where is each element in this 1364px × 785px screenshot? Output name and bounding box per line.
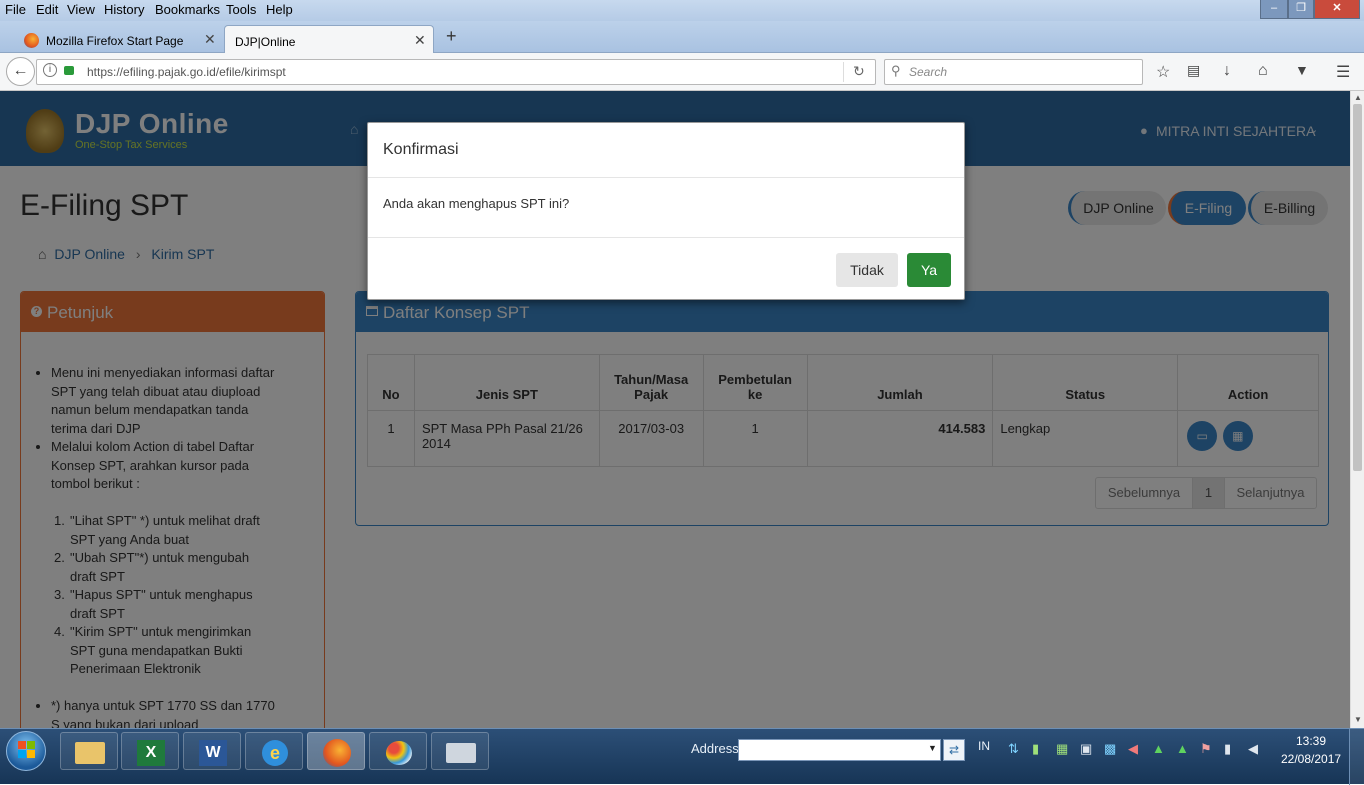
reload-icon[interactable]: ↻ [853,63,865,80]
new-tab-icon[interactable]: + [446,26,457,47]
info-icon[interactable]: i [43,63,57,77]
dropdown-arrow-icon[interactable]: ▼ [928,743,937,753]
dialog-message: Anda akan menghapus SPT ini? [383,196,570,211]
tidak-button[interactable]: Tidak [836,253,898,287]
excel-taskbar-icon[interactable]: X [121,732,179,770]
close-window-button[interactable]: ✕ [1314,0,1360,19]
display-tray-icon[interactable]: ▩ [1104,741,1116,757]
menu-history[interactable]: History [104,2,144,17]
go-icon[interactable]: ⇄ [943,739,965,761]
signal-tray-icon[interactable]: ▮ [1032,741,1039,757]
navigation-bar: ← i https://efiling.pajak.go.id/efile/ki… [0,53,1364,91]
menu-hamburger-icon[interactable]: ☰ [1336,62,1350,82]
tab-djp-online[interactable]: DJP|Online ✕ [224,25,434,53]
dialog-title: Konfirmasi [383,141,459,158]
menu-file[interactable]: File [5,2,26,17]
network-tray-icon[interactable]: ▦ [1056,741,1068,757]
ya-button[interactable]: Ya [907,253,951,287]
sync-tray-icon[interactable]: ⇅ [1008,741,1019,757]
paint-taskbar-icon[interactable] [369,732,427,770]
konfirmasi-dialog: Konfirmasi Anda akan menghapus SPT ini? … [367,122,965,300]
pocket-icon[interactable]: ▼ [1295,62,1309,78]
bars-tray-icon[interactable]: ▮ [1224,741,1231,757]
scroll-down-icon[interactable]: ▼ [1354,715,1362,724]
scroll-thumb[interactable] [1353,104,1362,471]
firefox-icon [24,33,39,48]
url-bar[interactable]: i https://efiling.pajak.go.id/efile/kiri… [36,59,876,85]
address-label: Address [691,741,739,756]
flag-tray-icon[interactable]: ⚑ [1200,741,1212,757]
minimize-button[interactable]: – [1260,0,1288,19]
menu-bookmarks[interactable]: Bookmarks [155,2,220,17]
search-icon: ⚲ [891,63,901,78]
internet-explorer-taskbar-icon[interactable]: e [245,732,303,770]
tab-firefox-start[interactable]: Mozilla Firefox Start Page ✕ [4,25,222,53]
language-indicator[interactable]: IN [978,739,990,753]
menu-edit[interactable]: Edit [36,2,58,17]
tab-bar: Mozilla Firefox Start Page ✕ DJP|Online … [0,21,1364,53]
scroll-up-icon[interactable]: ▲ [1354,93,1362,102]
firefox-taskbar-icon[interactable] [307,732,365,770]
menu-tools[interactable]: Tools [226,2,256,17]
page-scrollbar[interactable]: ▲ ▼ [1350,91,1364,728]
volume-tray-icon[interactable]: ◀ [1128,741,1138,757]
address-input[interactable]: ▼ [738,739,941,761]
windows-taskbar: X W e Address ▼ ⇄ IN ⇅ ▮ ▦ ▣ ▩ ◀ ▲ ▲ ⚑ ▮… [0,728,1364,785]
show-desktop-button[interactable] [1349,729,1364,785]
maximize-button[interactable]: ❐ [1288,0,1314,19]
clock-date[interactable]: 22/08/2017 [1281,752,1341,766]
menu-view[interactable]: View [67,2,95,17]
bookmark-star-icon[interactable]: ☆ [1156,62,1170,82]
device-tray-icon[interactable]: ▣ [1080,741,1092,757]
home-icon[interactable]: ⌂ [1258,62,1268,80]
download-icon[interactable]: ↓ [1223,62,1231,80]
word-taskbar-icon[interactable]: W [183,732,241,770]
start-button[interactable] [6,731,46,771]
clock-time[interactable]: 13:39 [1296,734,1326,748]
lock-icon [64,66,74,75]
back-button[interactable]: ← [6,57,35,86]
close-tab-icon[interactable]: ✕ [204,31,216,48]
tab-title: Mozilla Firefox Start Page [46,34,184,48]
close-tab-icon[interactable]: ✕ [414,32,426,49]
green-triangle-tray-icon[interactable]: ▲ [1152,741,1165,756]
menu-help[interactable]: Help [266,2,293,17]
reading-list-icon[interactable]: ▤ [1187,62,1200,79]
fax-printer-taskbar-icon[interactable] [431,732,489,770]
search-bar[interactable]: ⚲ Search [884,59,1143,85]
menu-bar: File Edit View History Bookmarks Tools H… [0,0,1364,21]
search-placeholder: Search [909,65,948,79]
mute-tray-icon[interactable]: ◀ [1248,741,1258,757]
tab-title: DJP|Online [235,35,296,49]
explorer-taskbar-icon[interactable] [60,732,118,770]
green-triangle-tray-icon-2[interactable]: ▲ [1176,741,1189,756]
url-text: https://efiling.pajak.go.id/efile/kirims… [87,65,286,79]
